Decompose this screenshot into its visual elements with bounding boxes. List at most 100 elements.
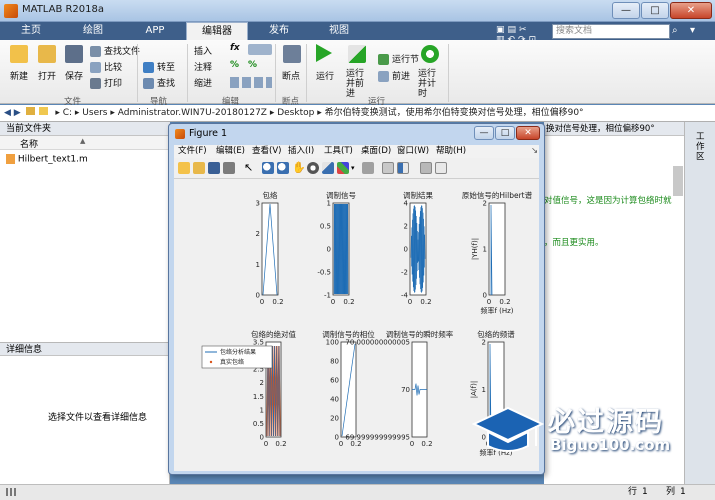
figure-minimize-button[interactable]: — <box>474 126 494 140</box>
browse-folder-icon[interactable] <box>39 107 49 115</box>
new-button[interactable]: 新建 <box>10 69 28 82</box>
menu-tools[interactable]: 工具(T) <box>324 145 353 158</box>
comment-button[interactable]: 注释 <box>194 60 212 73</box>
ribbon-divider <box>306 44 307 102</box>
insert-legend-icon[interactable] <box>397 162 409 174</box>
breakpoints-button[interactable]: 断点 <box>282 69 300 82</box>
select-cursor-icon[interactable]: ↖ <box>244 162 256 174</box>
link-plot-icon[interactable] <box>362 162 374 174</box>
y-tick-label: 20 <box>330 415 339 423</box>
indent-button[interactable]: 缩进 <box>194 76 212 89</box>
close-button[interactable]: ✕ <box>670 2 712 19</box>
zoom-in-icon[interactable] <box>262 162 274 174</box>
y-tick-label: 0.5 <box>320 223 331 231</box>
path-segment[interactable]: Users <box>82 108 107 118</box>
menu-file[interactable]: 文件(F) <box>178 145 207 158</box>
address-bar[interactable]: ◀ ▶ ▸ C: ▸ Users ▸ Administrator.WIN7U-2… <box>0 105 715 122</box>
figure-title: Figure 1 <box>189 128 228 139</box>
x-tick-label: 0.2 <box>420 298 431 306</box>
figure-maximize-button[interactable]: □ <box>495 126 515 140</box>
hide-plot-tools-icon[interactable] <box>420 162 432 174</box>
back-icon[interactable]: ◀ <box>4 108 11 118</box>
zoom-out-icon[interactable] <box>277 162 289 174</box>
brush-icon[interactable] <box>337 162 349 174</box>
save-figure-icon[interactable] <box>208 162 220 174</box>
insert-button[interactable]: 插入 <box>194 44 212 57</box>
brush-dropdown-icon[interactable]: ▾ <box>351 164 355 172</box>
file-list-header[interactable]: 名称 ▲ <box>0 136 169 150</box>
menu-insert[interactable]: 插入(I) <box>288 145 314 158</box>
data-cursor-icon[interactable] <box>322 162 334 174</box>
workspace-label[interactable]: 工作区 <box>696 132 706 162</box>
figure-title-bar: Figure 1 — □ ✕ <box>172 126 541 144</box>
path-segment[interactable]: 希尔伯特变换测试，使用希尔伯特变换对信号处理，相位偏移90° <box>325 108 584 118</box>
menu-window[interactable]: 窗口(W) <box>397 145 429 158</box>
show-plot-tools-icon[interactable] <box>435 162 447 174</box>
indent-tools-icon[interactable] <box>230 77 272 88</box>
save-button[interactable]: 保存 <box>65 69 83 82</box>
tab-publish[interactable]: 发布 <box>252 22 306 40</box>
menu-help[interactable]: 帮助(H) <box>436 145 466 158</box>
insert-function-button[interactable]: fx <box>230 43 240 53</box>
advance-icon <box>378 71 389 82</box>
print-button[interactable]: 打印 <box>90 76 122 89</box>
insert-colorbar-icon[interactable] <box>382 162 394 174</box>
subplot-title: 包络的频谱 <box>477 329 515 339</box>
tab-apps[interactable]: APP <box>128 22 182 40</box>
advance-button[interactable]: 前进 <box>378 69 410 82</box>
row-value: 1 <box>642 487 648 497</box>
open-file-icon[interactable] <box>193 162 205 174</box>
run-button[interactable]: 运行 <box>316 69 334 82</box>
y-tick-label: 2 <box>483 200 487 208</box>
new-figure-icon[interactable] <box>178 162 190 174</box>
run-and-time-button[interactable]: 运行并计时 <box>418 69 442 99</box>
uncomment-percent-button[interactable]: % <box>248 60 257 70</box>
dock-arrow-icon[interactable]: ↘ <box>531 145 538 158</box>
run-and-advance-button[interactable]: 运行并前进 <box>346 69 370 99</box>
rotate-3d-icon[interactable] <box>307 162 319 174</box>
find-files-icon <box>90 46 101 57</box>
column-name-header[interactable]: 名称 <box>20 137 38 150</box>
y-tick-label: 1.5 <box>253 393 264 401</box>
compare-button[interactable]: 比较 <box>90 60 122 73</box>
current-folder-header: 当前文件夹 <box>0 122 170 136</box>
menu-edit[interactable]: 编辑(E) <box>216 145 245 158</box>
pan-hand-icon[interactable]: ✋ <box>292 162 306 174</box>
menu-desktop[interactable]: 桌面(D) <box>361 145 391 158</box>
figure-toolbar: ↖ ✋ ▾ <box>174 158 539 179</box>
print-figure-icon[interactable] <box>223 162 235 174</box>
code-comment-line: 对值信号，这是因为计算包络时就 <box>544 196 672 206</box>
x-tick-label: 0.2 <box>275 440 286 448</box>
quick-access-toolbar[interactable]: ▣▤✂▥↶↷⊡ <box>496 25 548 45</box>
edit-tools-icon[interactable] <box>248 44 272 55</box>
open-button[interactable]: 打开 <box>38 69 56 82</box>
menu-view[interactable]: 查看(V) <box>252 145 281 158</box>
minimize-ribbon-icon[interactable]: ▾ <box>690 25 695 36</box>
tab-editor[interactable]: 编辑器 <box>186 22 248 40</box>
tab-plots[interactable]: 绘图 <box>66 22 120 40</box>
path-segment[interactable]: C: <box>63 108 72 118</box>
search-documentation-input[interactable]: 搜索文档 <box>552 24 670 39</box>
path-segment[interactable]: Desktop <box>277 108 314 118</box>
find-button[interactable]: 查找 <box>143 76 175 89</box>
run-section-button[interactable]: 运行节 <box>378 52 419 65</box>
y-tick-label: 100 <box>326 339 339 347</box>
tab-home[interactable]: 主页 <box>4 22 58 40</box>
search-icon[interactable]: ⌕ <box>672 25 678 36</box>
y-tick-label: 1 <box>483 246 487 254</box>
up-folder-icon[interactable] <box>25 107 35 115</box>
forward-icon[interactable]: ▶ <box>14 108 21 118</box>
figure-close-button[interactable]: ✕ <box>516 126 540 140</box>
sort-icon[interactable]: ▲ <box>80 137 85 145</box>
comment-percent-button[interactable]: % <box>230 60 239 70</box>
list-item[interactable]: Hilbert_text1.m <box>6 154 88 165</box>
find-files-button[interactable]: 查找文件 <box>90 44 140 57</box>
tab-view[interactable]: 视图 <box>312 22 366 40</box>
minimize-button[interactable]: — <box>612 2 640 19</box>
editor-scrollbar[interactable] <box>673 166 683 196</box>
x-tick-label: 0 <box>487 298 491 306</box>
col-value: 1 <box>680 487 686 497</box>
goto-button[interactable]: 转至 <box>143 60 175 73</box>
maximize-button[interactable]: □ <box>641 2 669 19</box>
path-segment[interactable]: Administrator.WIN7U-20180127Z <box>118 108 267 118</box>
